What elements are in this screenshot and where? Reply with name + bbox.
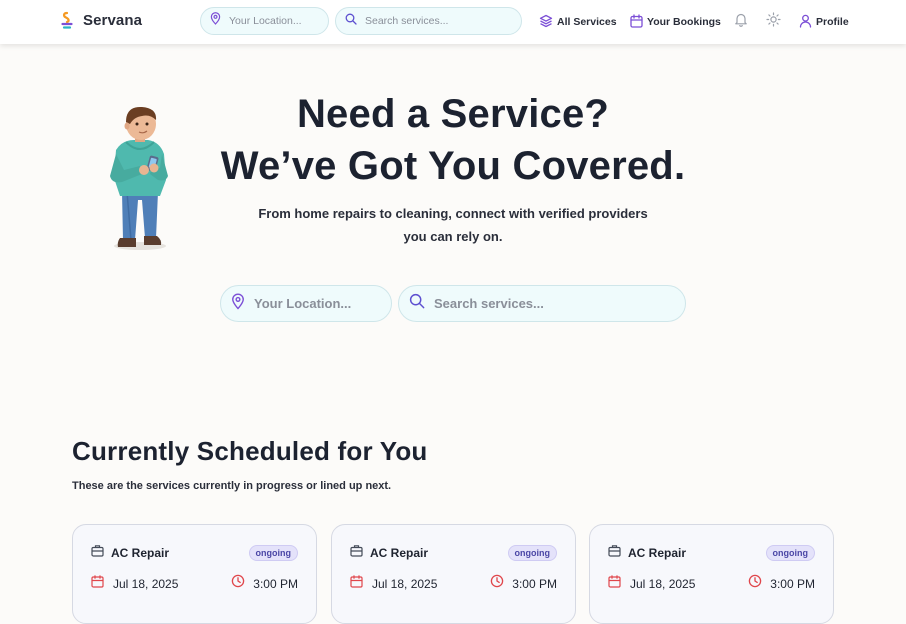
hero-title: Need a Service? We’ve Got You Covered. — [150, 88, 756, 192]
status-badge: ongoing — [765, 545, 815, 561]
hero-location-input[interactable] — [254, 296, 391, 311]
booking-date: Jul 18, 2025 — [372, 576, 438, 591]
booking-card[interactable]: AC Repair ongoing Jul 18, 2025 3:00 PM — [72, 524, 317, 624]
header-search-input[interactable] — [365, 15, 521, 27]
booking-card[interactable]: AC Repair ongoing Jul 18, 2025 3:00 PM — [589, 524, 834, 624]
header-search-field[interactable] — [335, 7, 522, 35]
briefcase-icon — [91, 544, 104, 562]
scheduled-title: Currently Scheduled for You — [72, 436, 428, 466]
search-icon — [345, 12, 357, 30]
layers-icon — [539, 14, 557, 31]
calendar-icon — [91, 574, 104, 593]
hero-title-line1: Need a Service? — [296, 92, 610, 136]
sun-icon[interactable] — [766, 12, 781, 32]
nav-profile-label: Profile — [816, 16, 849, 28]
booking-service: AC Repair — [628, 546, 687, 560]
hero-location-field[interactable] — [220, 285, 392, 322]
booking-date: Jul 18, 2025 — [113, 576, 179, 591]
booking-date: Jul 18, 2025 — [630, 576, 696, 591]
status-badge: ongoing — [248, 545, 298, 561]
clock-icon — [231, 574, 245, 593]
bell-icon[interactable] — [734, 12, 748, 32]
calendar-icon — [630, 13, 647, 31]
booking-card[interactable]: AC Repair ongoing Jul 18, 2025 3:00 PM — [331, 524, 576, 624]
hero-subtitle-line1: From home repairs to cleaning, connect w… — [258, 206, 648, 221]
calendar-icon — [350, 574, 363, 593]
hero-search-field[interactable] — [398, 285, 686, 322]
map-pin-icon — [231, 293, 245, 315]
nav-profile[interactable]: Profile — [799, 14, 849, 31]
clock-icon — [748, 574, 762, 593]
booking-time: 3:00 PM — [770, 576, 815, 591]
hero-search-input[interactable] — [434, 296, 685, 311]
nav-your-bookings-label: Your Bookings — [647, 16, 721, 28]
brand-name: Servana — [83, 11, 143, 29]
hero-subtitle: From home repairs to cleaning, connect w… — [240, 202, 666, 248]
servana-logo-icon — [60, 11, 74, 29]
nav-all-services[interactable]: All Services — [539, 14, 617, 31]
booking-service: AC Repair — [370, 546, 429, 560]
header-location-field[interactable] — [200, 7, 329, 35]
user-icon — [799, 14, 816, 31]
top-navbar: Servana A — [0, 0, 906, 44]
status-badge: ongoing — [507, 545, 557, 561]
booking-service: AC Repair — [111, 546, 170, 560]
booking-time: 3:00 PM — [512, 576, 557, 591]
booking-time: 3:00 PM — [253, 576, 298, 591]
header-location-input[interactable] — [229, 15, 328, 27]
hero-subtitle-line2: you can rely on. — [403, 229, 503, 244]
map-pin-icon — [210, 12, 221, 30]
briefcase-icon — [350, 544, 363, 562]
hero-title-line2: We’ve Got You Covered. — [220, 144, 686, 188]
briefcase-icon — [608, 544, 621, 562]
clock-icon — [490, 574, 504, 593]
scheduled-subtitle: These are the services currently in prog… — [72, 480, 392, 492]
search-icon — [409, 293, 425, 314]
calendar-icon — [608, 574, 621, 593]
nav-your-bookings[interactable]: Your Bookings — [630, 13, 721, 31]
brand[interactable]: Servana — [60, 11, 142, 29]
nav-all-services-label: All Services — [557, 16, 617, 28]
